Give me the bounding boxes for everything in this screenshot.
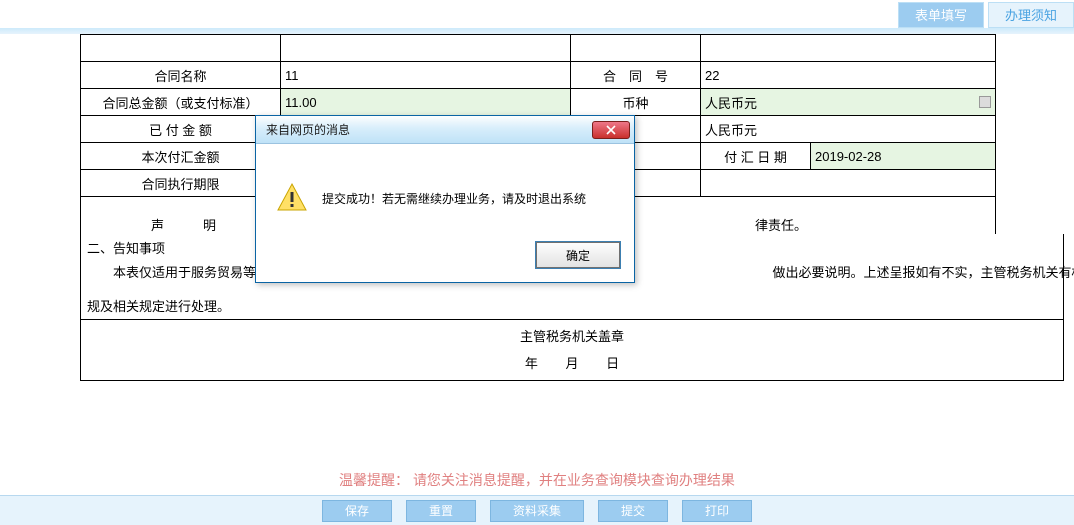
label-total-amount: 合同总金额（或支付标准） [81, 89, 281, 116]
footer-bar: 保存 重置 资料采集 提交 打印 [0, 495, 1074, 525]
row-top-empty [81, 35, 996, 62]
dialog-titlebar[interactable]: 来自网页的消息 [256, 116, 634, 144]
tab-notice[interactable]: 办理须知 [988, 2, 1074, 28]
dialog-body: 提交成功！若无需继续办理业务，请及时退出系统 [256, 144, 634, 234]
submit-button[interactable]: 提交 [598, 500, 668, 522]
section2-gap [80, 282, 1064, 292]
stamp-area: 主管税务机关盖章 年 月 日 [80, 316, 1064, 381]
reset-button[interactable]: 重置 [406, 500, 476, 522]
row-total-amount: 合同总金额（或支付标准） 币种 [81, 89, 996, 116]
reminder-text: 请您关注消息提醒，并在业务查询模块查询办理结果 [413, 472, 735, 488]
warning-icon [276, 182, 308, 214]
dialog: 来自网页的消息 提交成功！若无需继续办理业务，请及时退出系统 确定 [255, 115, 635, 283]
label-contract-no: 合 同 号 [571, 62, 701, 89]
label-paid-amount: 已 付 金 额 [81, 116, 281, 143]
dialog-footer: 确定 [256, 234, 634, 282]
collect-button[interactable]: 资料采集 [490, 500, 584, 522]
label-exec-period: 合同执行期限 [81, 170, 281, 197]
save-button[interactable]: 保存 [322, 500, 392, 522]
input-contract-name[interactable] [281, 62, 570, 88]
input-contract-no[interactable] [701, 62, 995, 88]
row-contract-name: 合同名称 合 同 号 [81, 62, 996, 89]
label-pay-date: 付 汇 日 期 [701, 143, 811, 170]
reminder-label: 温馨提醒： [339, 472, 409, 488]
stamp-date-line: 年 月 日 [81, 353, 1063, 372]
label-this-pay: 本次付汇金额 [81, 143, 281, 170]
input-pay-date[interactable] [811, 143, 995, 169]
close-icon[interactable] [592, 121, 630, 139]
label-currency: 币种 [571, 89, 701, 116]
print-button[interactable]: 打印 [682, 500, 752, 522]
tab-form-fill[interactable]: 表单填写 [898, 2, 984, 28]
dialog-title-text: 来自网页的消息 [266, 121, 350, 138]
ok-button[interactable]: 确定 [536, 242, 620, 268]
select-currency[interactable] [701, 89, 995, 115]
input-total-amount[interactable] [281, 89, 570, 115]
stamp-title: 主管税务机关盖章 [81, 326, 1063, 345]
dialog-message: 提交成功！若无需继续办理业务，请及时退出系统 [322, 190, 586, 207]
input-paid-currency[interactable] [701, 116, 995, 142]
label-contract-name: 合同名称 [81, 62, 281, 89]
top-tabs: 表单填写 办理须知 [898, 2, 1074, 28]
warm-reminder: 温馨提醒： 请您关注消息提醒，并在业务查询模块查询办理结果 [0, 470, 1074, 490]
